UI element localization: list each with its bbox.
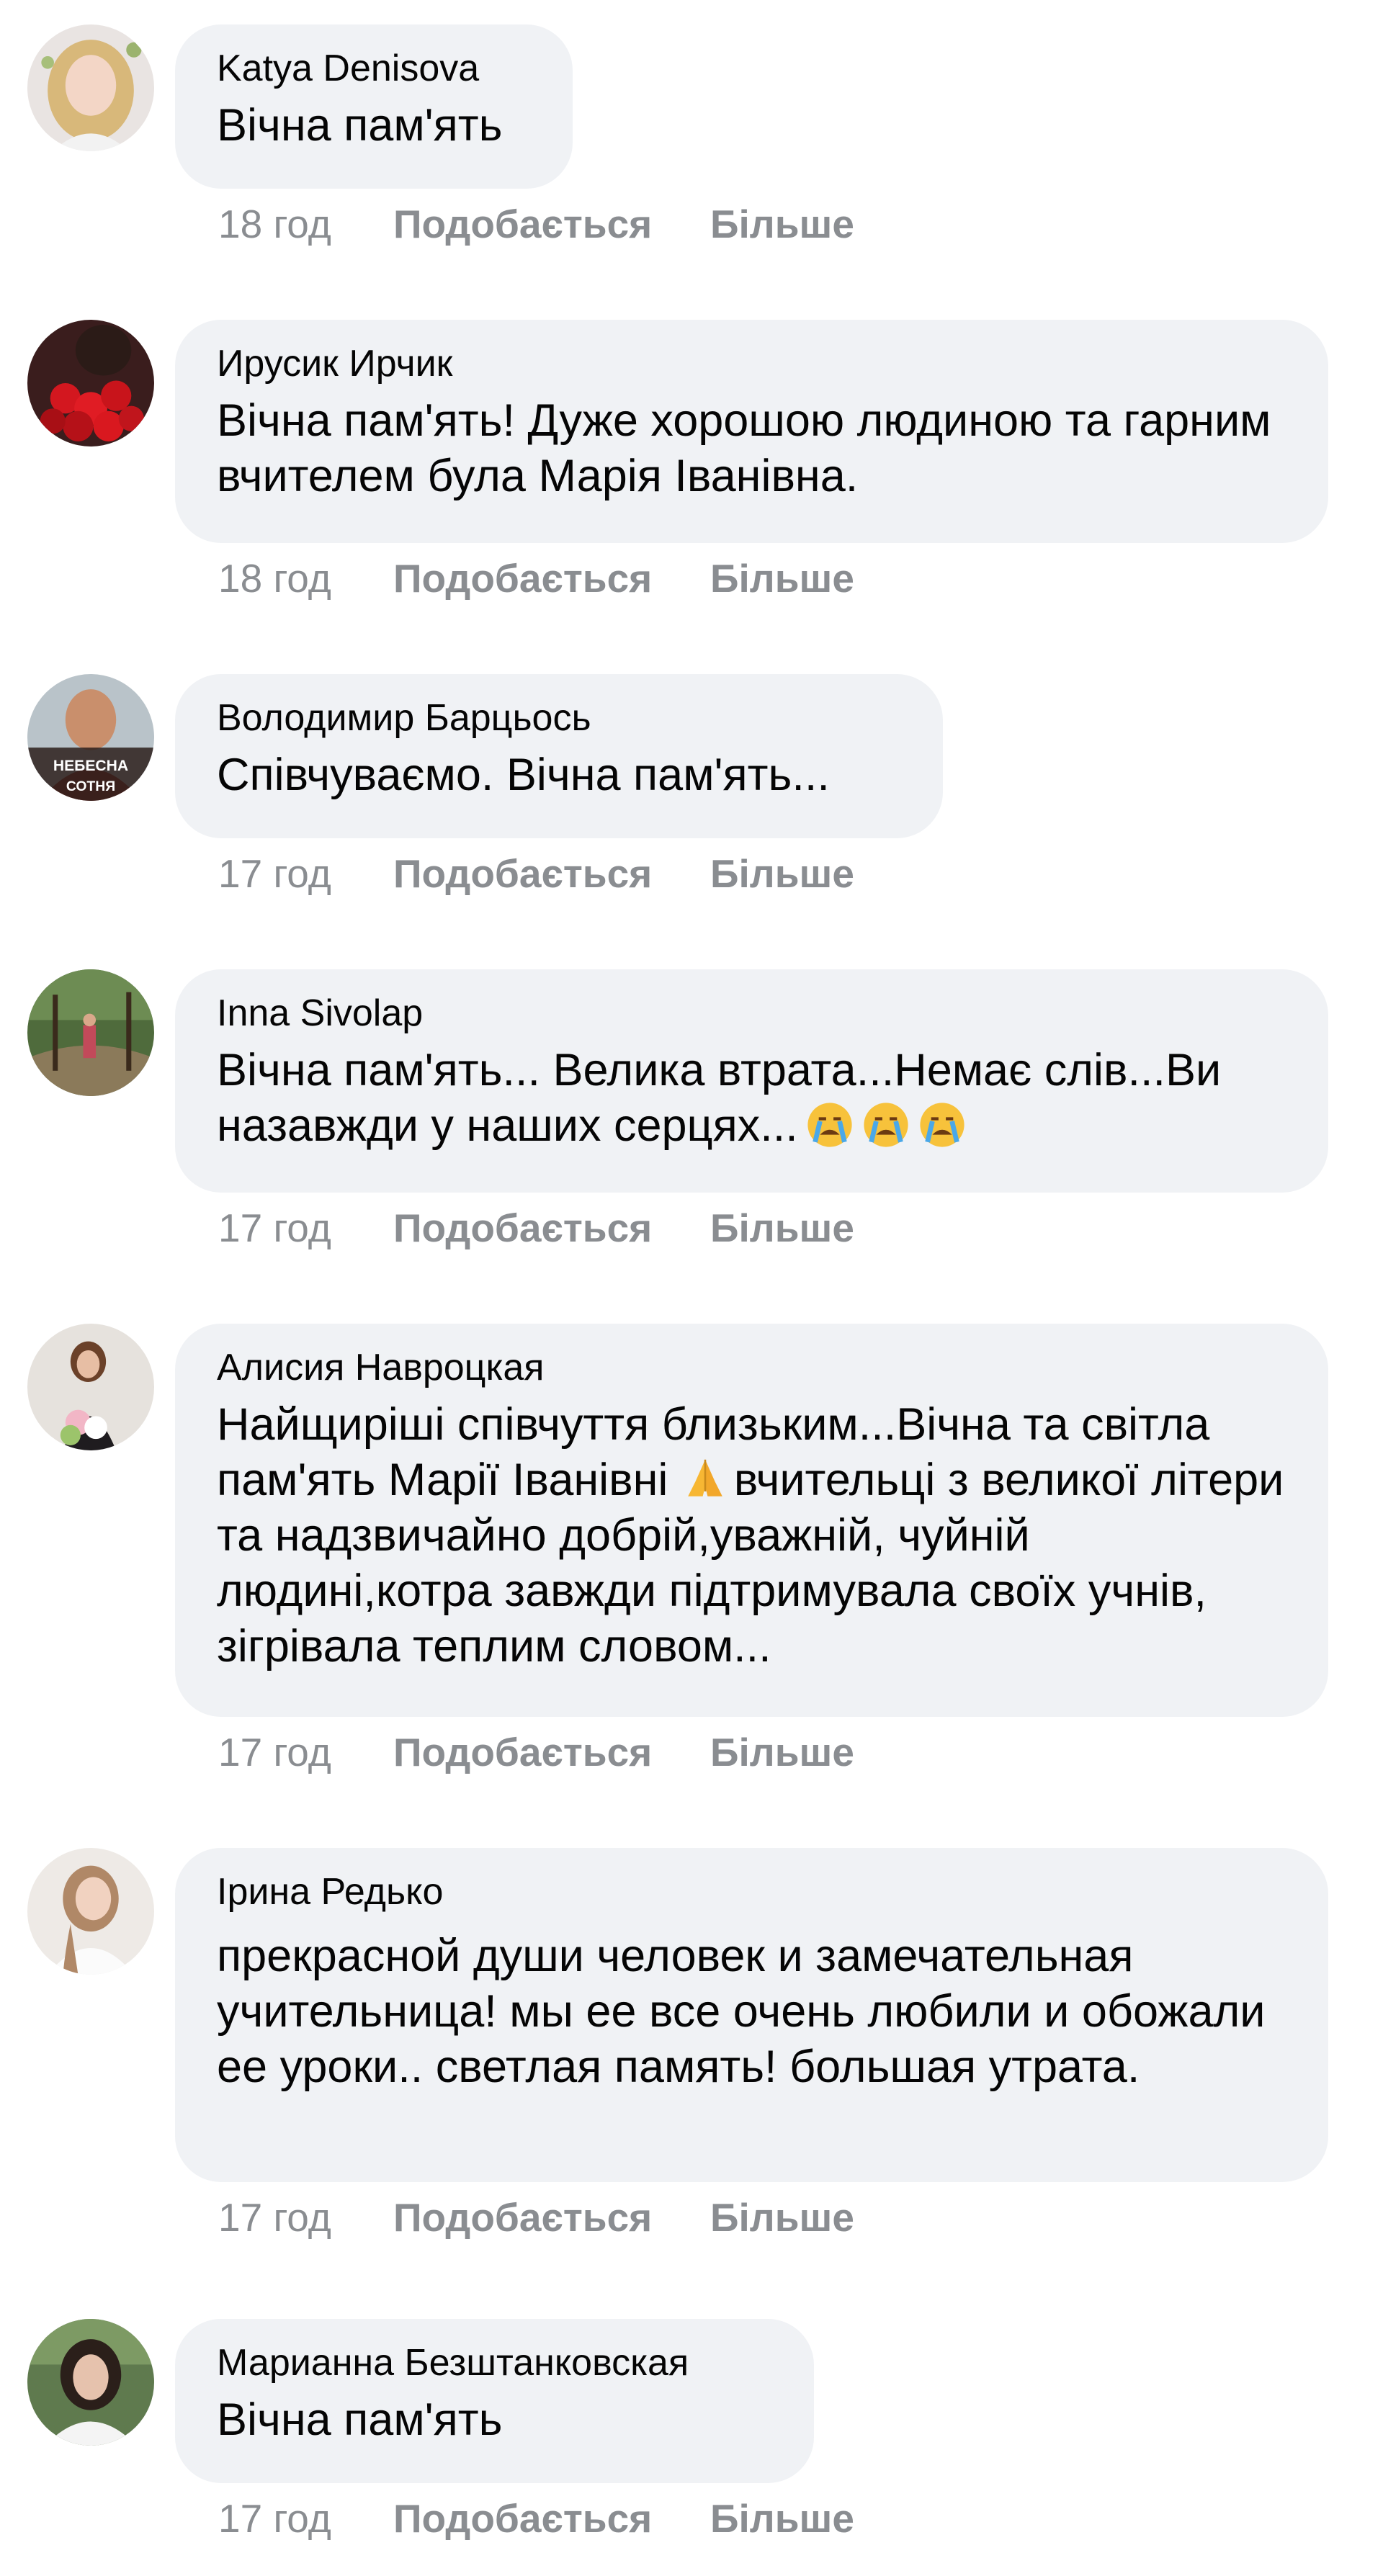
more-button[interactable]: Більше xyxy=(710,555,854,602)
comment-bubble: Katya Denisova Вічна пам'ять xyxy=(175,24,573,189)
comment-actions: 17 год Подобається Більше xyxy=(218,1728,854,1776)
comment-author[interactable]: Ирусик Ирчик xyxy=(217,341,1286,386)
comment-bubble: Алисия Навроцкая Найщиріші співчуття бли… xyxy=(175,1324,1328,1717)
comment-text: Співчуваємо. Вічна пам'ять... xyxy=(217,750,830,800)
comment-actions: 17 год Подобається Більше xyxy=(218,1204,854,1252)
comment-author[interactable]: Katya Denisova xyxy=(217,46,531,91)
avatar[interactable] xyxy=(27,2319,154,2446)
comment-author[interactable]: Алисия Навроцкая xyxy=(217,1345,1286,1390)
avatar-iryna-image xyxy=(27,1848,154,1975)
comment-feed: Katya Denisova Вічна пам'ять 18 год Подоб… xyxy=(0,0,1383,2576)
comment-author[interactable]: Марианна Безштанковская xyxy=(217,2341,772,2385)
more-button[interactable]: Більше xyxy=(710,850,854,897)
like-button[interactable]: Подобається xyxy=(393,555,710,602)
avatar[interactable] xyxy=(27,1848,154,1975)
comment-author[interactable]: Ірина Редько xyxy=(217,1870,1286,1914)
more-button[interactable]: Більше xyxy=(710,1204,854,1252)
comment-author[interactable]: Inna Sivolap xyxy=(217,991,1286,1036)
avatar[interactable] xyxy=(27,969,154,1096)
comment-author[interactable]: Володимир Барцьось xyxy=(217,696,901,740)
comment-text: Вічна пам'ять xyxy=(217,100,503,151)
comment-bubble: Марианна Безштанковская Вічна пам'ять xyxy=(175,2319,814,2483)
comment-actions: 17 год Подобається Більше xyxy=(218,2194,854,2241)
comment-time[interactable]: 17 год xyxy=(218,2495,393,2542)
avatar-marianna-image xyxy=(27,2319,154,2446)
avatar[interactable] xyxy=(27,1324,154,1450)
comment-bubble: Володимир Барцьось Співчуваємо. Вічна па… xyxy=(175,674,943,838)
comment-text-content: Вічна пам'ять... Велика втрата...Немає с… xyxy=(217,1045,1222,1151)
crying-face-emoji xyxy=(861,1100,910,1149)
comment-actions: 17 год Подобається Більше xyxy=(218,2495,854,2542)
avatar[interactable]: НЕБЕСНА СОТНЯ xyxy=(27,674,154,801)
comment-time[interactable]: 17 год xyxy=(218,2194,393,2241)
comment-text: Вічна пам'ять xyxy=(217,2395,503,2445)
comment-time[interactable]: 17 год xyxy=(218,1204,393,1252)
comment-time[interactable]: 17 год xyxy=(218,850,393,897)
comment-actions: 18 год Подобається Більше xyxy=(218,555,854,602)
more-button[interactable]: Більше xyxy=(710,1728,854,1776)
avatar[interactable] xyxy=(27,24,154,151)
avatar-katya-image xyxy=(27,24,154,151)
like-button[interactable]: Подобається xyxy=(393,200,710,248)
comment-time[interactable]: 18 год xyxy=(218,555,393,602)
avatar-badge-line-1: НЕБЕСНА xyxy=(53,758,128,774)
comment-bubble: Inna Sivolap Вічна пам'ять... Велика втр… xyxy=(175,969,1328,1193)
comment-bubble: Ірина Редько прекрасной души человек и з… xyxy=(175,1848,1328,2182)
comment-text: Вічна пам'ять... Велика втрата...Немає с… xyxy=(217,1043,1286,1154)
comment-actions: 17 год Подобається Більше xyxy=(218,850,854,897)
comment-text: прекрасной души человек и замечательная … xyxy=(217,1931,1266,2092)
comment-actions: 18 год Подобається Більше xyxy=(218,200,854,248)
comment-time[interactable]: 17 год xyxy=(218,1728,393,1776)
comment-time[interactable]: 18 год xyxy=(218,200,393,248)
avatar-badge-line-2: СОТНЯ xyxy=(66,778,115,794)
avatar-inna-image xyxy=(27,969,154,1096)
folded-hands-emoji xyxy=(681,1455,730,1504)
like-button[interactable]: Подобається xyxy=(393,850,710,897)
crying-face-emoji xyxy=(805,1100,854,1149)
more-button[interactable]: Більше xyxy=(710,200,854,248)
avatar-volodymyr-image: НЕБЕСНА СОТНЯ xyxy=(27,674,154,801)
avatar-alisia-image xyxy=(27,1324,154,1450)
comment-bubble: Ирусик Ирчик Вічна пам'ять! Дуже хорошою… xyxy=(175,320,1328,543)
crying-face-emoji xyxy=(918,1100,967,1149)
like-button[interactable]: Подобається xyxy=(393,1204,710,1252)
comment-text: Найщиріші співчуття близьким...Вічна та … xyxy=(217,1397,1286,1674)
like-button[interactable]: Подобається xyxy=(393,1728,710,1776)
avatar-roses-image xyxy=(27,320,154,446)
more-button[interactable]: Більше xyxy=(710,2495,854,2542)
avatar[interactable] xyxy=(27,320,154,446)
comment-text: Вічна пам'ять! Дуже хорошою людиною та г… xyxy=(217,395,1271,501)
like-button[interactable]: Подобається xyxy=(393,2194,710,2241)
like-button[interactable]: Подобається xyxy=(393,2495,710,2542)
more-button[interactable]: Більше xyxy=(710,2194,854,2241)
